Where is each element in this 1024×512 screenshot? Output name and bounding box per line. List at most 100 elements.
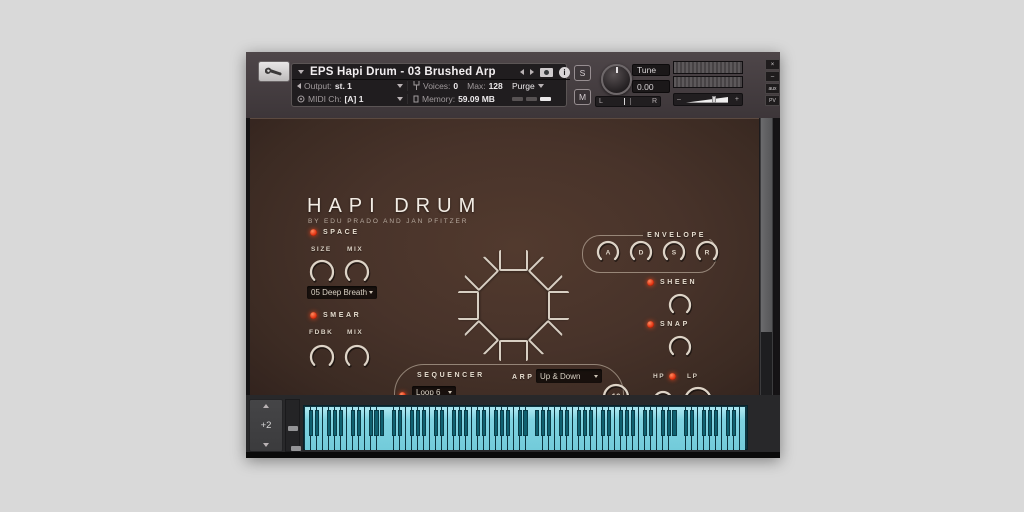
piano-key-black[interactable] [422,410,426,436]
sheen-knob[interactable] [666,291,694,324]
piano-key-black[interactable] [339,410,343,436]
piano-key-black[interactable] [667,410,671,436]
keyboard-drag-handle[interactable] [291,446,301,451]
arp-mode-dropdown[interactable]: Up & Down [536,369,602,383]
piano-key-black[interactable] [523,410,527,436]
mute-button[interactable]: M [574,89,591,105]
piano-key-black[interactable] [327,410,331,436]
aux-button[interactable]: aux [765,83,780,94]
piano-key-black[interactable] [374,410,378,436]
piano-key-black[interactable] [434,410,438,436]
prev-instrument-icon[interactable] [520,69,524,75]
piano-key-black[interactable] [619,410,623,436]
max-value[interactable]: 128 [489,81,503,91]
piano-key-black[interactable] [649,410,653,436]
piano-key-black[interactable] [309,410,313,436]
piano-key-black[interactable] [476,410,480,436]
purge-dropdown-icon[interactable] [538,84,544,88]
piano-key-black[interactable] [583,410,587,436]
tune-knob[interactable] [601,64,632,95]
piano-key-black[interactable] [547,410,551,436]
space-preset-dropdown[interactable]: 05 Deep Breath [307,286,377,299]
instrument-title[interactable]: EPS Hapi Drum - 03 Brushed Arp [310,66,496,78]
smear-fdbk-knob[interactable] [307,342,337,377]
piano-key-black[interactable] [369,410,373,436]
smear-led[interactable] [310,312,317,319]
space-led[interactable] [310,229,317,236]
piano-key-black[interactable] [702,410,706,436]
piano-key-black[interactable] [601,410,605,436]
wrench-edit-button[interactable] [258,61,290,82]
piano-key-black[interactable] [392,410,396,436]
midi-dropdown-icon[interactable] [397,97,403,101]
keyboard-drag-handle[interactable] [288,426,298,431]
piano-key-black[interactable] [541,410,545,436]
piano-key-black[interactable] [684,410,688,436]
piano-key-black[interactable] [315,410,319,436]
next-instrument-icon[interactable] [530,69,534,75]
piano-key-black[interactable] [380,410,384,436]
piano-key-black[interactable] [714,410,718,436]
piano-key-black[interactable] [458,410,462,436]
instrument-menu-arrow-icon[interactable] [298,70,304,74]
volume-handle[interactable] [712,96,716,103]
envelope-knob-r[interactable]: R [693,238,721,271]
envelope-knob-s[interactable]: S [660,238,688,271]
piano-key-black[interactable] [589,410,593,436]
piano-key-black[interactable] [577,410,581,436]
scrollbar-thumb[interactable] [761,118,772,332]
midi-value[interactable]: [A] 1 [345,94,364,104]
piano-key-black[interactable] [565,410,569,436]
purge-button[interactable]: Purge [512,81,535,91]
piano-key-black[interactable] [518,410,522,436]
snap-knob[interactable] [666,333,694,366]
piano-key-black[interactable] [559,410,563,436]
rack-scrollbar[interactable] [759,118,773,395]
piano-key-black[interactable] [440,410,444,436]
pv-button[interactable]: PV [765,95,780,106]
piano-key-black[interactable] [643,410,647,436]
minimize-icon[interactable]: – [765,71,780,82]
piano-key-black[interactable] [416,410,420,436]
piano-key-black[interactable] [464,410,468,436]
piano-key-black[interactable] [357,410,361,436]
piano-key-black[interactable] [726,410,730,436]
tune-value[interactable]: 0.00 [632,80,670,93]
smear-mix-knob[interactable] [342,342,372,377]
piano-key-black[interactable] [410,410,414,436]
output-value[interactable]: st. 1 [335,81,352,91]
piano-key-black[interactable] [607,410,611,436]
envelope-knob-d[interactable]: D [627,238,655,271]
snap-led[interactable] [647,321,654,328]
octave-down-icon[interactable] [263,443,269,447]
piano-key-black[interactable] [535,410,539,436]
piano-key-black[interactable] [351,410,355,436]
piano-key-black[interactable] [500,410,504,436]
filter-led[interactable] [669,373,676,380]
piano-key-black[interactable] [708,410,712,436]
pan-handle[interactable] [624,98,631,105]
info-icon[interactable]: i [559,67,570,78]
piano-key-black[interactable] [625,410,629,436]
pan-slider[interactable]: L R [595,96,661,107]
piano-key-black[interactable] [631,410,635,436]
piano-key-black[interactable] [672,410,676,436]
volume-slider[interactable]: – + [673,93,743,106]
piano-key-white[interactable] [740,407,745,450]
piano-key-black[interactable] [482,410,486,436]
solo-button[interactable]: S [574,65,591,81]
snapshot-camera-icon[interactable] [540,68,553,77]
piano-key-black[interactable] [732,410,736,436]
piano-key-black[interactable] [494,410,498,436]
output-dropdown-icon[interactable] [397,84,403,88]
piano-key-black[interactable] [661,410,665,436]
close-icon[interactable]: × [765,59,780,70]
piano-key-black[interactable] [690,410,694,436]
octave-up-icon[interactable] [263,404,269,408]
sheen-led[interactable] [647,279,654,286]
piano-key-black[interactable] [506,410,510,436]
envelope-knob-a[interactable]: A [594,238,622,271]
piano-key-black[interactable] [333,410,337,436]
piano-key-black[interactable] [398,410,402,436]
piano-key-black[interactable] [452,410,456,436]
